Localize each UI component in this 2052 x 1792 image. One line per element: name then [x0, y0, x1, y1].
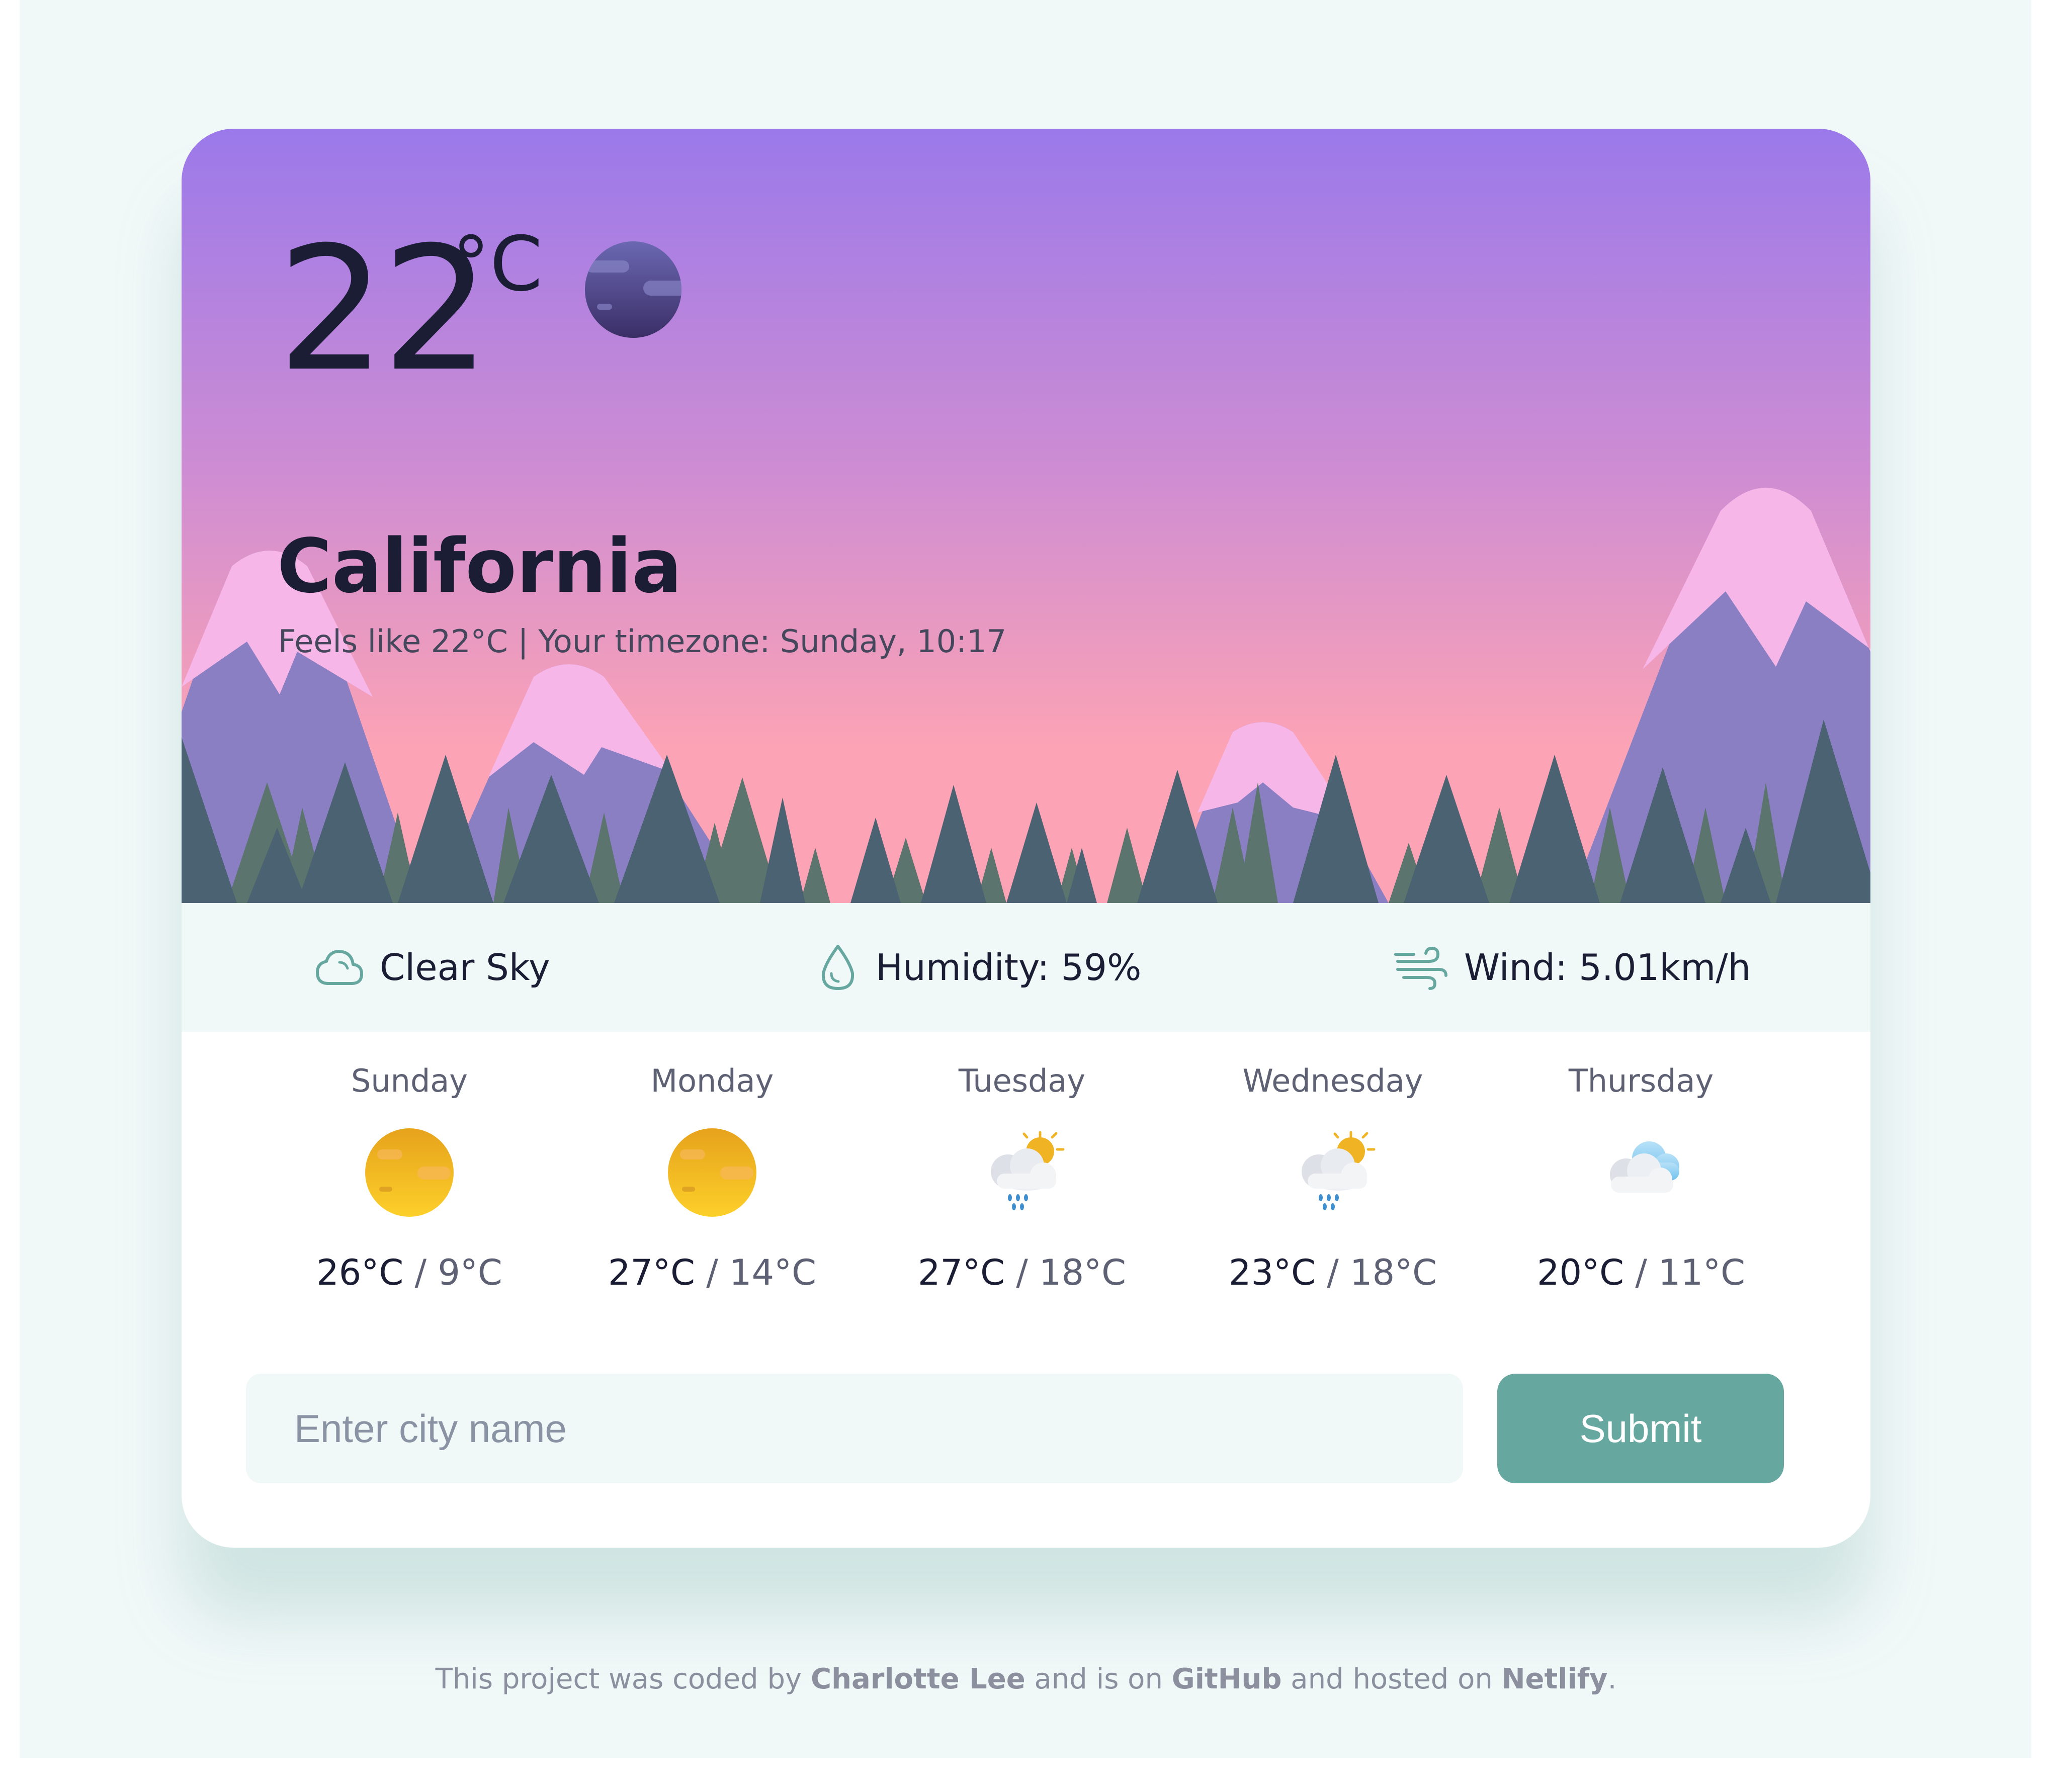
forecast-temps: 27°C / 18°C	[891, 1250, 1153, 1295]
sun-cloud-rain-icon	[991, 1131, 1065, 1210]
forecast-day-name: Tuesday	[958, 1062, 1086, 1099]
footer-text: .	[1607, 1663, 1617, 1695]
hero-banner: 22 °C California Feels like 22°C | Your …	[182, 129, 1870, 903]
footer: This project was coded by Charlotte Lee …	[0, 1659, 2052, 1699]
footer-text: and is on	[1025, 1663, 1172, 1695]
forecast-day-name: Monday	[650, 1062, 774, 1099]
forecast-high: 20°C	[1537, 1252, 1624, 1293]
forecast-day: Tuesday 27°C / 18°C	[891, 1032, 1153, 1333]
forecast-low: 9°C	[438, 1252, 502, 1293]
forecast-day-name: Thursday	[1568, 1062, 1714, 1099]
sun-cloud-rain-icon	[1302, 1131, 1376, 1210]
footer-text: This project was coded by	[435, 1663, 811, 1695]
humidity-text: Humidity: 59%	[876, 946, 1142, 989]
forecast-high: 23°C	[1229, 1252, 1316, 1293]
temp-separator: /	[1623, 1252, 1659, 1293]
night-moon-icon	[585, 241, 681, 338]
forecast-day-name: Wednesday	[1242, 1062, 1423, 1099]
forecast-high: 27°C	[608, 1252, 695, 1293]
cloudy-icon	[1610, 1141, 1679, 1193]
temp-separator: /	[403, 1252, 438, 1293]
temp-separator: /	[695, 1252, 730, 1293]
forecast-temps: 23°C / 18°C	[1202, 1250, 1464, 1295]
current-stats-bar: Clear Sky Humidity: 59% Wind: 5.01km/h	[182, 903, 1870, 1032]
footer-text: and hosted on	[1281, 1663, 1502, 1695]
cloud-icon	[316, 950, 363, 985]
github-link[interactable]: GitHub	[1172, 1663, 1282, 1695]
submit-button[interactable]: Submit	[1497, 1374, 1784, 1483]
sun-icon	[668, 1128, 756, 1217]
netlify-link[interactable]: Netlify	[1502, 1663, 1608, 1695]
forecast-low: 18°C	[1350, 1252, 1437, 1293]
city-name: California	[277, 523, 682, 609]
water-drop-icon	[821, 945, 854, 990]
author-link[interactable]: Charlotte Lee	[811, 1663, 1025, 1695]
forecast-day-name: Sunday	[351, 1062, 468, 1099]
forecast-day: Thursday 20°C / 11°C	[1510, 1032, 1772, 1333]
forecast-day: Wednesday 23°C / 18°C	[1202, 1032, 1464, 1333]
city-search-input[interactable]	[246, 1374, 1463, 1483]
forecast-low: 14°C	[729, 1252, 816, 1293]
forecast-high: 27°C	[918, 1252, 1005, 1293]
temperature-unit: °C	[452, 221, 543, 308]
temp-separator: /	[1004, 1252, 1040, 1293]
forecast-temps: 20°C / 11°C	[1510, 1250, 1772, 1295]
wind-stat: Wind: 5.01km/h	[1394, 903, 1751, 1032]
condition-text: Clear Sky	[380, 946, 550, 989]
forecast-high: 26°C	[316, 1252, 404, 1293]
forecast-low: 18°C	[1039, 1252, 1126, 1293]
forecast-temps: 27°C / 14°C	[581, 1250, 843, 1295]
forecast-temps: 26°C / 9°C	[279, 1250, 540, 1295]
forecast-low: 11°C	[1658, 1252, 1745, 1293]
forecast-day: Monday 27°C / 14°C	[581, 1032, 843, 1333]
forecast-row: Sunday 26°C / 9°C Monday 27°C / 14°C Tue…	[182, 1032, 1870, 1384]
condition-stat: Clear Sky	[314, 903, 550, 1032]
sun-icon	[365, 1128, 454, 1217]
feels-like-and-timezone: Feels like 22°C | Your timezone: Sunday,…	[278, 623, 1007, 660]
temp-separator: /	[1315, 1252, 1350, 1293]
wind-icon	[1394, 946, 1447, 990]
weather-card: 22 °C California Feels like 22°C | Your …	[182, 129, 1870, 1548]
humidity-stat: Humidity: 59%	[815, 903, 1141, 1032]
wind-text: Wind: 5.01km/h	[1464, 946, 1751, 989]
forecast-day: Sunday 26°C / 9°C	[279, 1032, 540, 1333]
